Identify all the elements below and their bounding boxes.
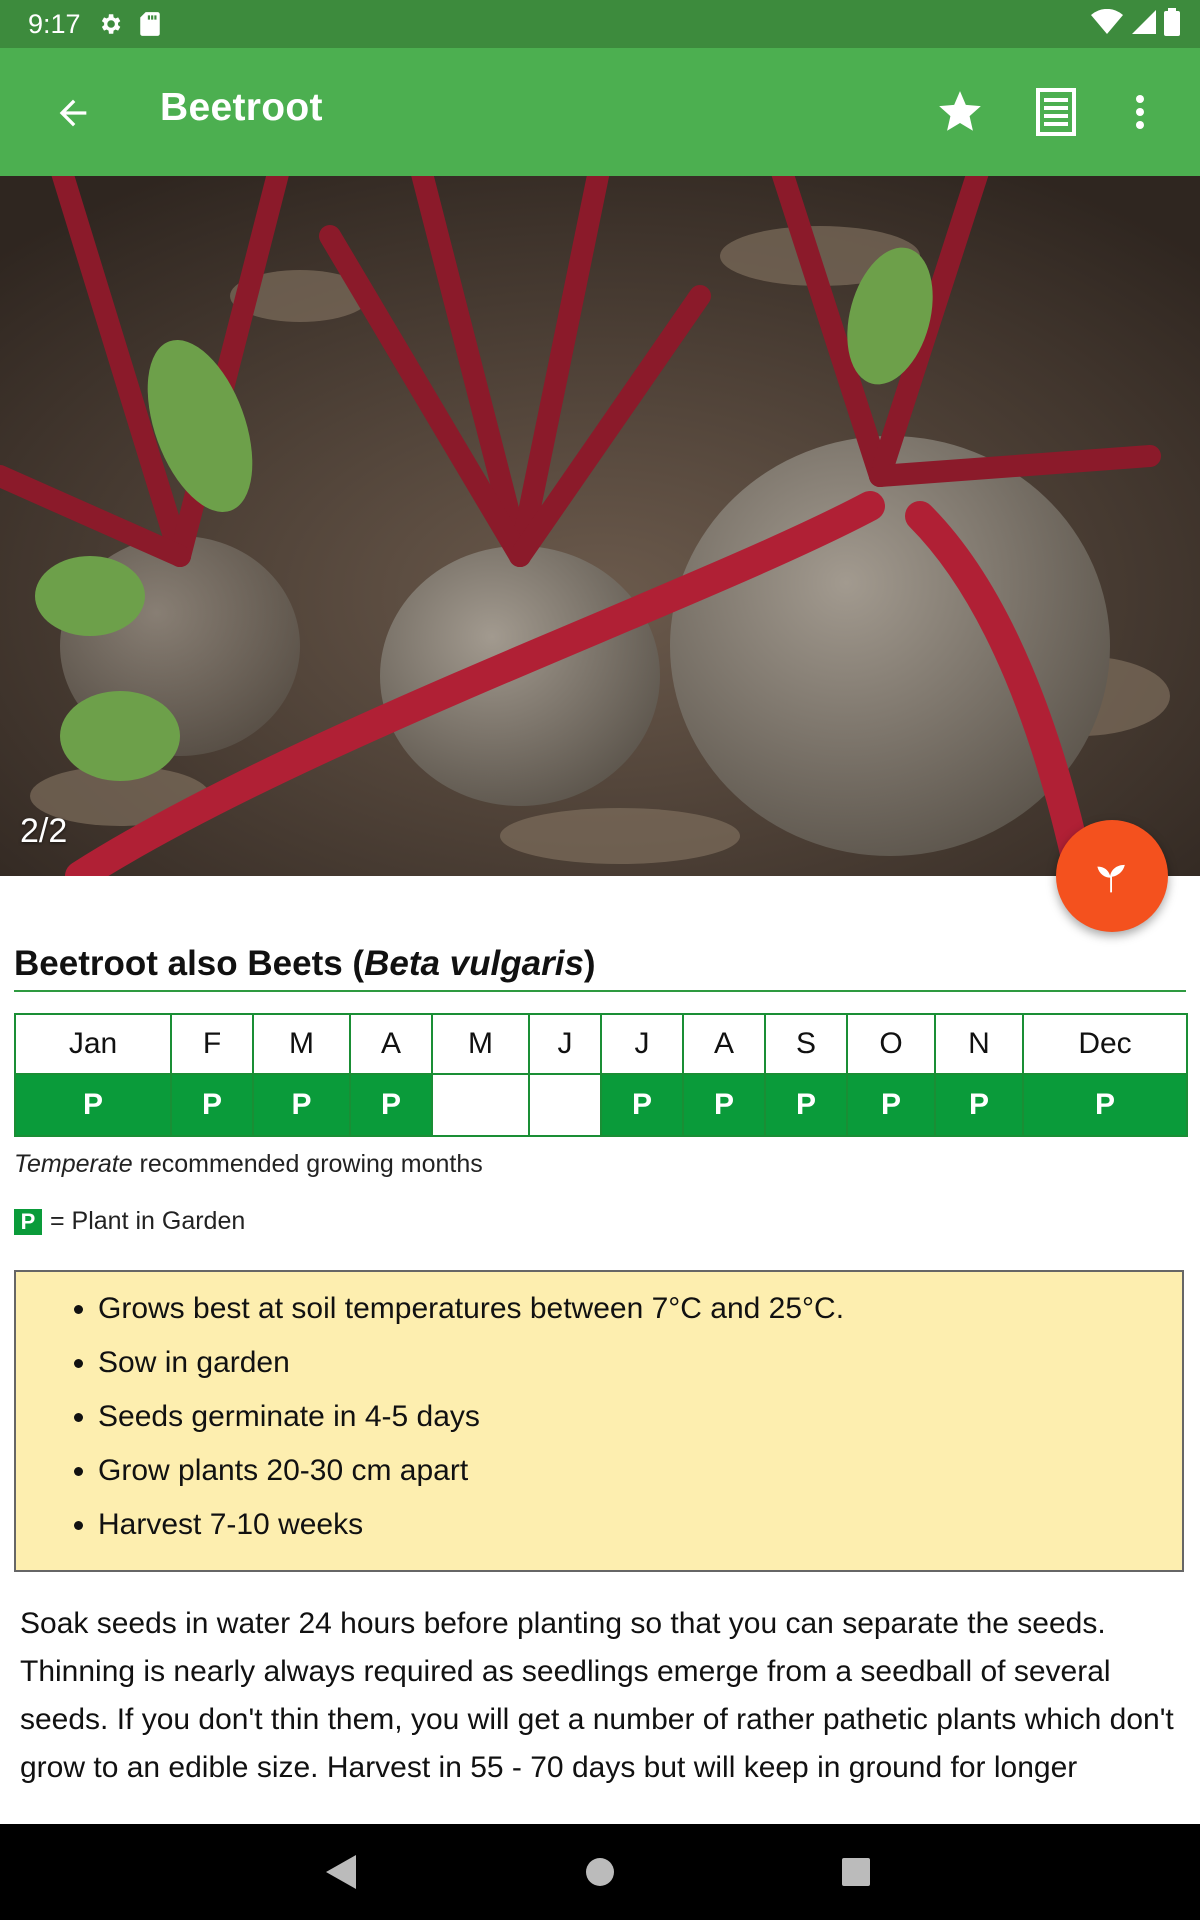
tip-item: Grows best at soil temperatures between … <box>98 1282 1182 1336</box>
month-cell: Jan <box>14 1013 172 1075</box>
plant-heading: Beetroot also Beets (Beta vulgaris) <box>14 944 1186 992</box>
planting-cell: P <box>600 1073 684 1137</box>
common-name: Beetroot also Beets ( <box>14 944 365 983</box>
planting-cell: P <box>170 1073 254 1137</box>
month-cell: Dec <box>1022 1013 1188 1075</box>
legend-symbol: P <box>14 1208 42 1235</box>
tip-item: Grow plants 20-30 cm apart <box>98 1444 1182 1498</box>
wifi-icon <box>1090 8 1124 40</box>
month-cell: O <box>846 1013 936 1075</box>
month-cell: J <box>528 1013 602 1075</box>
planting-cell: P <box>1022 1073 1188 1137</box>
status-time: 9:17 <box>28 8 81 39</box>
tip-item: Sow in garden <box>98 1336 1182 1390</box>
description-text: Soak seeds in water 24 hours before plan… <box>20 1607 1174 1784</box>
month-cell: N <box>934 1013 1024 1075</box>
star-icon[interactable] <box>932 84 988 140</box>
month-cell: F <box>170 1013 254 1075</box>
planting-cell <box>528 1073 602 1137</box>
legend: P = Plant in Garden <box>14 1207 245 1236</box>
image-counter: 2/2 <box>20 812 68 850</box>
planting-cell: P <box>764 1073 848 1137</box>
heading-closing: ) <box>583 944 596 983</box>
month-cell: A <box>349 1013 433 1075</box>
beetroot-illustration <box>0 176 1200 876</box>
signal-icon <box>1132 9 1156 40</box>
recents-square-icon[interactable] <box>832 1848 880 1896</box>
month-cell: J <box>600 1013 684 1075</box>
status-bar: 9:17 <box>0 0 1200 48</box>
planting-cell: P <box>349 1073 433 1137</box>
tip-item: Seeds germinate in 4-5 days <box>98 1390 1182 1444</box>
sd-card-icon <box>139 11 161 37</box>
add-plant-button[interactable] <box>1056 820 1168 932</box>
page-title: Beetroot <box>160 86 323 129</box>
back-arrow-icon[interactable] <box>48 88 98 138</box>
month-row: Jan F M A M J J A S O N Dec <box>14 1013 1188 1075</box>
planting-row: P P P P P P P P P P <box>14 1073 1188 1137</box>
climate-note: Temperate recommended growing months <box>14 1150 483 1179</box>
planting-cell: P <box>846 1073 936 1137</box>
sprout-icon <box>1090 852 1134 901</box>
system-nav-bar <box>0 1824 1200 1920</box>
month-cell: S <box>764 1013 848 1075</box>
growing-tips: Grows best at soil temperatures between … <box>14 1270 1184 1572</box>
planting-cell <box>431 1073 530 1137</box>
legend-text: = Plant in Garden <box>50 1207 246 1235</box>
planting-cell: P <box>682 1073 766 1137</box>
planting-cell: P <box>252 1073 351 1137</box>
back-triangle-icon[interactable] <box>318 1848 366 1896</box>
climate-zone: Temperate <box>14 1150 133 1178</box>
planting-cell: P <box>934 1073 1024 1137</box>
battery-icon <box>1164 7 1180 41</box>
climate-note-text: recommended growing months <box>132 1150 483 1178</box>
app-bar: Beetroot <box>0 48 1200 176</box>
more-vert-icon[interactable] <box>1112 84 1168 140</box>
month-cell: M <box>252 1013 351 1075</box>
home-circle-icon[interactable] <box>576 1848 624 1896</box>
list-icon[interactable] <box>1028 84 1084 140</box>
tip-item: Harvest 7-10 weeks <box>98 1498 1182 1552</box>
month-cell: A <box>682 1013 766 1075</box>
growing-calendar: Jan F M A M J J A S O N Dec P P P P P P … <box>14 1013 1188 1137</box>
plant-photo[interactable]: 2/2 <box>0 176 1200 876</box>
scientific-name: Beta vulgaris <box>364 944 584 983</box>
planting-cell: P <box>14 1073 172 1137</box>
gear-icon <box>97 11 123 37</box>
month-cell: M <box>431 1013 530 1075</box>
